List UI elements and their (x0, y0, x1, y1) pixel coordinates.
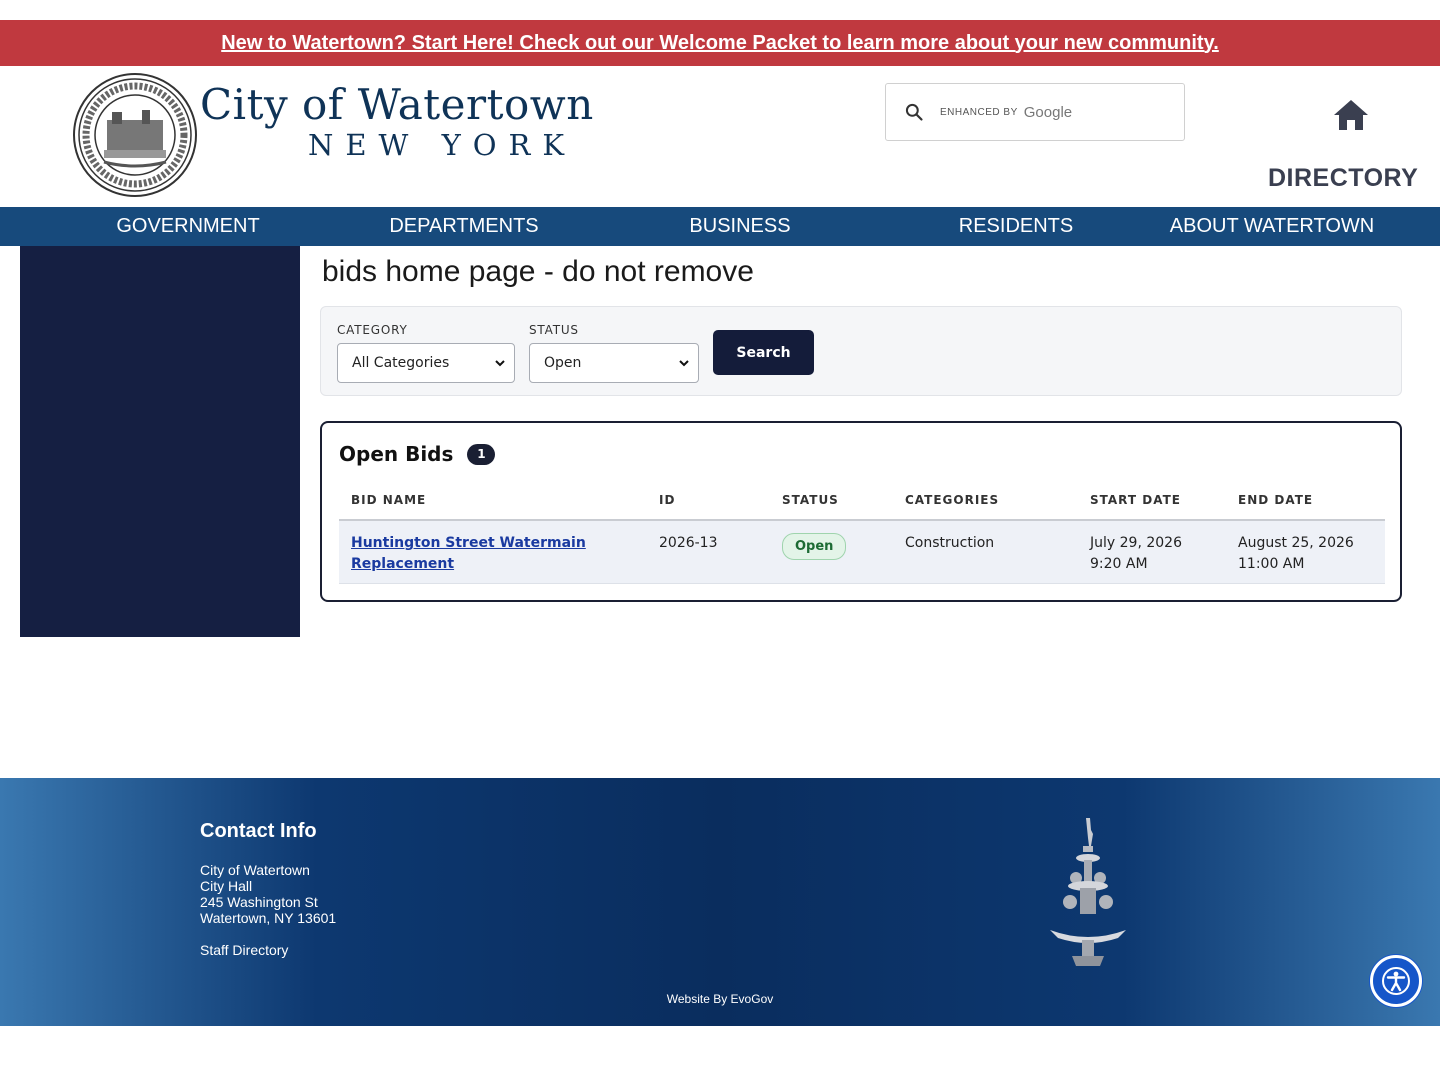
table-row: Huntington Street Watermain Replacement 2… (339, 521, 1385, 584)
column-header-bid-name[interactable]: BID NAME (351, 493, 426, 507)
status-select-value: Open (544, 355, 582, 371)
site-header: City of Watertown NEW YORK ENHANCED BY G… (0, 66, 1440, 207)
google-logo: Google (1023, 103, 1073, 121)
column-header-status[interactable]: STATUS (782, 493, 839, 507)
site-footer: Contact Info City of Watertown City Hall… (0, 778, 1440, 1026)
status-filter-label: STATUS (529, 323, 579, 337)
open-bids-title: Open Bids (339, 442, 454, 466)
bid-categories-cell: Construction (905, 535, 995, 551)
chevron-down-icon (495, 360, 505, 367)
city-brand[interactable]: City of Watertown NEW YORK (200, 80, 594, 163)
fountain-image (1046, 816, 1130, 973)
column-header-end-date[interactable]: END DATE (1238, 493, 1313, 507)
site-title: City of Watertown (200, 80, 594, 129)
column-header-start-date[interactable]: START DATE (1090, 493, 1181, 507)
bid-name-cell: Huntington Street Watermain Replacement (351, 533, 586, 575)
search-icon (905, 103, 923, 121)
contact-line: City Hall (200, 878, 253, 894)
staff-directory-link[interactable]: Staff Directory (200, 942, 288, 958)
contact-info-heading: Contact Info (200, 820, 317, 842)
bids-count-badge: 1 (467, 443, 496, 465)
directory-link[interactable]: DIRECTORY (1268, 164, 1418, 193)
search-button[interactable]: Search (713, 330, 814, 375)
status-select[interactable]: Open (529, 343, 699, 383)
welcome-packet-link[interactable]: New to Watertown? Start Here! Check out … (221, 32, 1219, 55)
chevron-down-icon (679, 360, 689, 367)
nav-item-government[interactable]: GOVERNMENT (0, 207, 376, 246)
nav-item-residents[interactable]: RESIDENTS (928, 207, 1104, 246)
open-bids-card: Open Bids 1 BID NAME ID STATUS CATEGORIE… (320, 421, 1402, 602)
column-header-categories[interactable]: CATEGORIES (905, 493, 999, 507)
category-select-value: All Categories (352, 355, 450, 371)
contact-line: City of Watertown (200, 862, 310, 878)
city-seal-logo[interactable] (72, 72, 198, 198)
bid-start-date-cell: July 29, 2026 9:20 AM (1090, 535, 1182, 572)
bid-id-cell: 2026-13 (659, 535, 718, 551)
nav-item-departments[interactable]: DEPARTMENTS (376, 207, 552, 246)
site-subtitle: NEW YORK (308, 128, 576, 162)
home-icon[interactable] (1332, 98, 1370, 137)
nav-item-business[interactable]: BUSINESS (552, 207, 928, 246)
table-header: BID NAME ID STATUS CATEGORIES START DATE… (339, 487, 1385, 521)
open-bids-heading: Open Bids 1 (339, 442, 496, 466)
bid-name-link[interactable]: Huntington Street Watermain Replacement (351, 535, 586, 572)
main-navigation: GOVERNMENT DEPARTMENTS BUSINESS RESIDENT… (0, 207, 1440, 246)
search-enhanced-label: ENHANCED BY (940, 106, 1018, 118)
accessibility-icon (1382, 967, 1410, 995)
category-filter-label: CATEGORY (337, 323, 408, 337)
accessibility-button[interactable] (1370, 955, 1422, 1007)
website-credit-link[interactable]: Website By EvoGov (0, 992, 1440, 1006)
page-title: bids home page - do not remove (322, 255, 754, 288)
bid-end-date-cell: August 25, 2026 11:00 AM (1238, 535, 1354, 572)
nav-item-about-watertown[interactable]: ABOUT WATERTOWN (1104, 207, 1440, 246)
category-select[interactable]: All Categories (337, 343, 515, 383)
column-header-id[interactable]: ID (659, 493, 675, 507)
bid-status-cell: Open (782, 533, 847, 560)
status-badge: Open (782, 533, 847, 560)
contact-line: Watertown, NY 13601 (200, 910, 337, 926)
bid-filters: CATEGORY All Categories STATUS Open Sear… (320, 306, 1402, 396)
site-search-input[interactable]: ENHANCED BY Google (885, 83, 1185, 141)
sidebar-panel (20, 246, 300, 637)
welcome-banner: New to Watertown? Start Here! Check out … (0, 20, 1440, 66)
contact-line: 245 Washington St (200, 894, 318, 910)
